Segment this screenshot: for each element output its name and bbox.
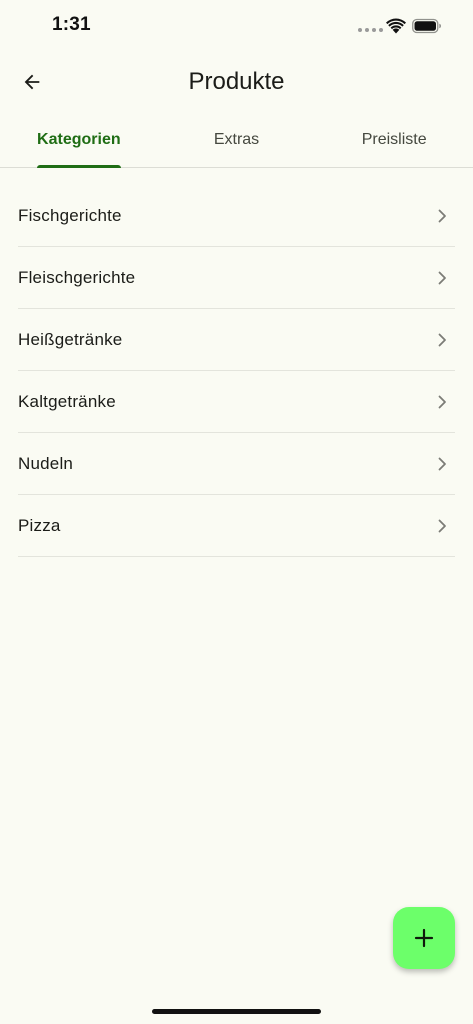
tab-bar: Kategorien Extras Preisliste (0, 112, 473, 168)
list-item-nudeln[interactable]: Nudeln (18, 433, 455, 495)
list-item-label: Fleischgerichte (18, 267, 136, 287)
wifi-icon (386, 18, 406, 34)
tab-kategorien[interactable]: Kategorien (0, 112, 158, 168)
chevron-right-icon (438, 271, 446, 284)
list-item-heissgetraenke[interactable]: Heißgetränke (18, 309, 455, 371)
list-item-label: Fischgerichte (18, 205, 122, 225)
home-indicator (152, 1009, 321, 1014)
app-bar: Produkte (0, 54, 473, 112)
chevron-right-icon (438, 519, 446, 532)
list-item-fischgerichte[interactable]: Fischgerichte (18, 185, 455, 247)
cellular-signal-icon (358, 28, 383, 32)
plus-icon (414, 928, 434, 948)
chevron-right-icon (438, 209, 446, 222)
page-title: Produkte (188, 68, 285, 95)
list-item-label: Kaltgetränke (18, 391, 116, 411)
category-list: Fischgerichte Fleischgerichte Heißgeträn… (18, 185, 455, 557)
add-category-button[interactable] (393, 907, 455, 969)
tab-label: Kategorien (37, 131, 121, 148)
tab-label: Extras (213, 131, 260, 148)
battery-icon (412, 18, 441, 34)
chevron-right-icon (438, 333, 446, 346)
chevron-right-icon (438, 395, 446, 408)
tab-indicator (37, 165, 121, 168)
tab-label: Preisliste (361, 131, 427, 148)
tab-extras[interactable]: Extras (158, 112, 316, 167)
status-bar: 1:31 (0, 0, 473, 54)
list-item-label: Pizza (18, 515, 61, 535)
list-item-label: Nudeln (18, 453, 74, 473)
list-item-label: Heißgetränke (18, 329, 123, 349)
list-item-kaltgetraenke[interactable]: Kaltgetränke (18, 371, 455, 433)
status-time: 1:31 (52, 14, 91, 35)
list-item-pizza[interactable]: Pizza (18, 495, 455, 557)
chevron-right-icon (438, 457, 446, 470)
list-item-fleischgerichte[interactable]: Fleischgerichte (18, 247, 455, 309)
tab-preisliste[interactable]: Preisliste (315, 112, 473, 167)
